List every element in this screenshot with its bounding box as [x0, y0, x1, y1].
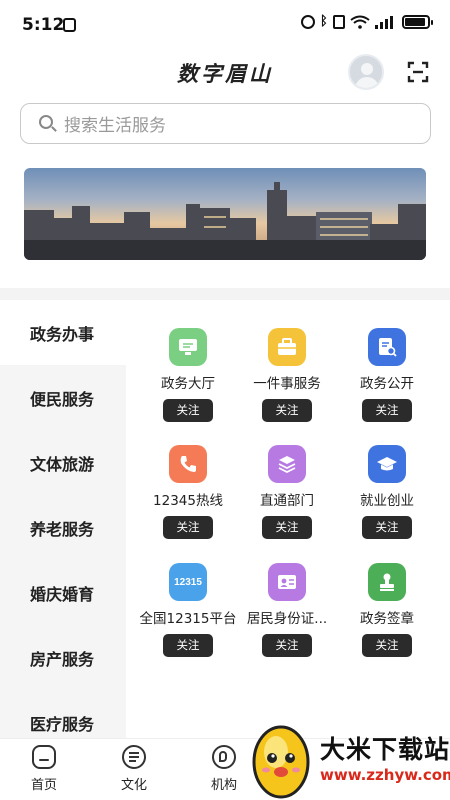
follow-button[interactable]: 关注: [262, 634, 312, 657]
alarm-icon: [301, 15, 315, 29]
service-item-national-12315[interactable]: 12315 全国12315平台 关注: [138, 563, 238, 657]
nfc-icon: [63, 18, 76, 32]
category-item-elderly-care[interactable]: 养老服务: [0, 495, 126, 560]
vibrate-icon: [333, 15, 345, 29]
id-card-icon: [268, 563, 306, 601]
bluetooth-icon: ᛒ: [320, 14, 328, 29]
institution-icon: [212, 745, 236, 769]
banner-image[interactable]: [24, 168, 426, 260]
search-placeholder: 搜索生活服务: [64, 116, 166, 136]
graduation-cap-icon: [368, 445, 406, 483]
battery-icon: [402, 15, 433, 29]
service-item-resident-id-card[interactable]: 居民身份证... 关注: [237, 563, 337, 657]
service-item-direct-departments[interactable]: 直通部门 关注: [237, 445, 337, 539]
service-label: 就业创业: [360, 493, 414, 509]
mascot-logo-icon: [252, 725, 310, 799]
icon-text: 12315: [174, 576, 202, 588]
nav-label: 文化: [120, 778, 147, 793]
service-item-government-disclosure[interactable]: 政务公开 关注: [337, 328, 437, 422]
service-label: 居民身份证...: [246, 611, 328, 627]
follow-button[interactable]: 关注: [362, 516, 412, 539]
document-search-icon: [368, 328, 406, 366]
service-item-government-seal[interactable]: 政务签章 关注: [337, 563, 437, 657]
category-sidebar: 政务办事 便民服务 文体旅游 养老服务 婚庆婚育 房产服务 医疗服务: [0, 300, 126, 738]
service-item-government-hall[interactable]: 政务大厅 关注: [138, 328, 238, 422]
wifi-icon: [350, 15, 370, 29]
status-icons: ᛒ: [301, 14, 433, 30]
category-item-culture-tourism[interactable]: 文体旅游: [0, 430, 126, 495]
service-label: 全国12315平台: [139, 611, 237, 627]
service-label: 12345热线: [153, 493, 223, 509]
category-label: 政务办事: [30, 324, 95, 344]
follow-button[interactable]: 关注: [163, 634, 213, 657]
signal-icon: [375, 15, 397, 29]
app-screen: 5:12 ᛒ 数字眉山 搜索生活服务 政务办事 便民服务 文体旅游 养老服务 婚…: [0, 0, 450, 800]
category-label: 婚庆婚育: [30, 584, 95, 604]
service-label: 政务公开: [360, 376, 414, 392]
stamp-icon: [368, 563, 406, 601]
follow-button[interactable]: 关注: [163, 399, 213, 422]
category-label: 养老服务: [30, 519, 95, 539]
category-item-housing[interactable]: 房产服务: [0, 625, 126, 690]
service-label: 直通部门: [260, 493, 314, 509]
home-icon: [32, 745, 56, 769]
phone-icon: [169, 445, 207, 483]
status-bar: 5:12 ᛒ: [0, 0, 450, 48]
service-grid: 政务大厅 关注 一件事服务 关注 政务公开 关注 12345热线 关注 直通部门…: [126, 300, 450, 738]
nav-item-home[interactable]: 首页: [14, 739, 74, 793]
section-divider: [0, 288, 450, 300]
watermark-title: 大米下载站: [320, 735, 450, 764]
service-item-12345-hotline[interactable]: 12345热线 关注: [138, 445, 238, 539]
watermark-url: www.zzhyw.com: [320, 766, 450, 784]
briefcase-icon: [268, 328, 306, 366]
service-label: 一件事服务: [253, 376, 321, 392]
avatar[interactable]: [348, 54, 384, 90]
follow-button[interactable]: 关注: [163, 516, 213, 539]
category-label: 便民服务: [30, 389, 95, 409]
follow-button[interactable]: 关注: [262, 516, 312, 539]
search-icon: [39, 114, 57, 133]
service-item-one-thing-service[interactable]: 一件事服务 关注: [237, 328, 337, 422]
service-label: 政务签章: [360, 611, 414, 627]
category-item-government-affairs[interactable]: 政务办事: [0, 300, 126, 365]
category-label: 文体旅游: [30, 454, 95, 474]
nav-item-culture[interactable]: 文化: [104, 739, 164, 793]
watermark: 大米下载站 www.zzhyw.com: [238, 718, 450, 800]
service-item-employment[interactable]: 就业创业 关注: [337, 445, 437, 539]
service-label: 政务大厅: [161, 376, 215, 392]
status-time: 5:12: [22, 15, 65, 35]
nav-label: 首页: [30, 778, 57, 793]
category-item-convenience-services[interactable]: 便民服务: [0, 365, 126, 430]
search-input[interactable]: 搜索生活服务: [20, 103, 431, 144]
monitor-icon: [169, 328, 207, 366]
badge-12315-icon: 12315: [169, 563, 207, 601]
scan-icon[interactable]: [407, 61, 429, 83]
layers-icon: [268, 445, 306, 483]
culture-icon: [122, 745, 146, 769]
category-item-marriage-childbirth[interactable]: 婚庆婚育: [0, 560, 126, 625]
category-label: 房产服务: [30, 649, 95, 669]
follow-button[interactable]: 关注: [362, 399, 412, 422]
category-label: 医疗服务: [30, 714, 95, 734]
follow-button[interactable]: 关注: [362, 634, 412, 657]
follow-button[interactable]: 关注: [262, 399, 312, 422]
